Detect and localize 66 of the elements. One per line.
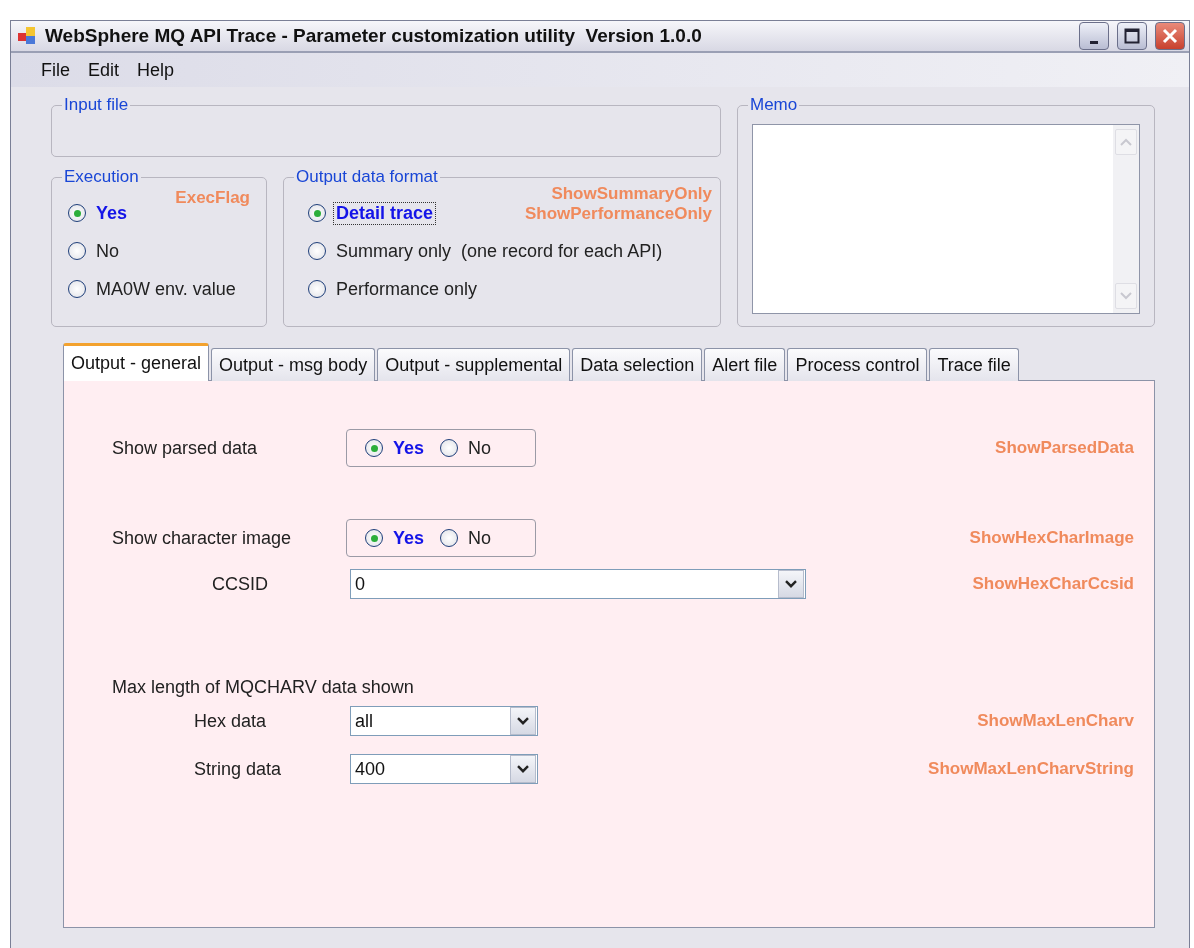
tab[interactable]: Output - msg body (211, 348, 376, 381)
parameter-name: ShowSummaryOnly (551, 184, 712, 204)
radio-label[interactable]: Performance only (334, 278, 480, 300)
close-icon (1162, 28, 1178, 44)
radio-button[interactable] (440, 439, 459, 457)
radio-label[interactable]: Detail trace (334, 202, 436, 224)
radio-label[interactable]: No (466, 527, 494, 549)
chevron-down-icon (1120, 292, 1132, 300)
tab[interactable]: Data selection (572, 348, 703, 381)
dropdown-button[interactable] (778, 570, 804, 598)
parameter-name: ShowHexCharImage (969, 528, 1134, 548)
tab[interactable]: Output - general (63, 343, 210, 381)
radio-button[interactable] (68, 242, 86, 260)
close-button[interactable] (1155, 22, 1185, 50)
radio-button[interactable] (365, 529, 383, 547)
field-label: CCSID (211, 573, 269, 595)
chevron-up-icon (1120, 138, 1132, 146)
parameter-name: ShowMaxLenCharvString (928, 759, 1134, 779)
radio-label[interactable]: Yes (94, 202, 130, 224)
tab[interactable]: Output - supplemental (377, 348, 571, 381)
parameter-name: ExecFlag (175, 188, 250, 207)
radio-button[interactable] (365, 439, 383, 457)
tab[interactable]: Process control (787, 348, 928, 381)
tab[interactable]: Alert file (704, 348, 786, 381)
dropdown[interactable]: 400 (350, 754, 538, 784)
field-label: String data (193, 758, 283, 780)
menu-item[interactable]: File (33, 55, 78, 85)
radio-button[interactable] (308, 280, 326, 298)
parameter-name: ShowHexCharCcsid (972, 574, 1134, 594)
caret-icon (517, 716, 529, 726)
caret-icon (785, 579, 797, 589)
tab[interactable]: Trace file (929, 348, 1019, 381)
dropdown-button[interactable] (510, 707, 536, 735)
window-title: WebSphere MQ API Trace - Parameter customization utility Version 1.0.0 (45, 25, 703, 47)
menu-item[interactable]: Edit (80, 55, 128, 85)
maximize-icon (1124, 28, 1140, 44)
radio-button[interactable] (308, 242, 326, 260)
radio-label[interactable]: No (94, 240, 121, 262)
field-label: Show parsed data (112, 437, 259, 459)
dropdown-button[interactable] (510, 755, 536, 783)
parameter-name: ShowMaxLenCharv (977, 711, 1134, 731)
minimize-icon (1090, 40, 1098, 44)
field-label: Hex data (193, 710, 268, 732)
parameter-name: ShowPerformanceOnly (524, 204, 712, 224)
radio-button[interactable] (68, 280, 86, 298)
maximize-button[interactable] (1117, 22, 1147, 50)
radio-button[interactable] (68, 204, 86, 222)
radio-label[interactable]: Yes (391, 527, 427, 549)
group-title: Output data format (294, 167, 440, 187)
memo-field[interactable] (752, 124, 1140, 314)
app-icon (17, 26, 37, 46)
radio-label[interactable]: No (466, 437, 494, 459)
radio-label[interactable]: MA0W env. value (94, 278, 238, 300)
caret-icon (517, 764, 529, 774)
section-heading: Max length of MQCHARV data shown (112, 677, 414, 698)
radio-button[interactable] (308, 204, 326, 222)
dropdown[interactable]: all (350, 706, 538, 736)
radio-label[interactable]: Yes (391, 437, 427, 459)
menu-item[interactable]: Help (129, 55, 183, 85)
radio-button[interactable] (440, 529, 459, 547)
radio-label[interactable]: Summary only (one record for each API) (334, 240, 665, 262)
parameter-name: ShowParsedData (995, 438, 1134, 458)
dropdown[interactable]: 0 (350, 569, 806, 599)
group-title: Input file (62, 95, 131, 115)
field-label: Show character image (112, 527, 293, 549)
minimize-button[interactable] (1079, 22, 1109, 50)
